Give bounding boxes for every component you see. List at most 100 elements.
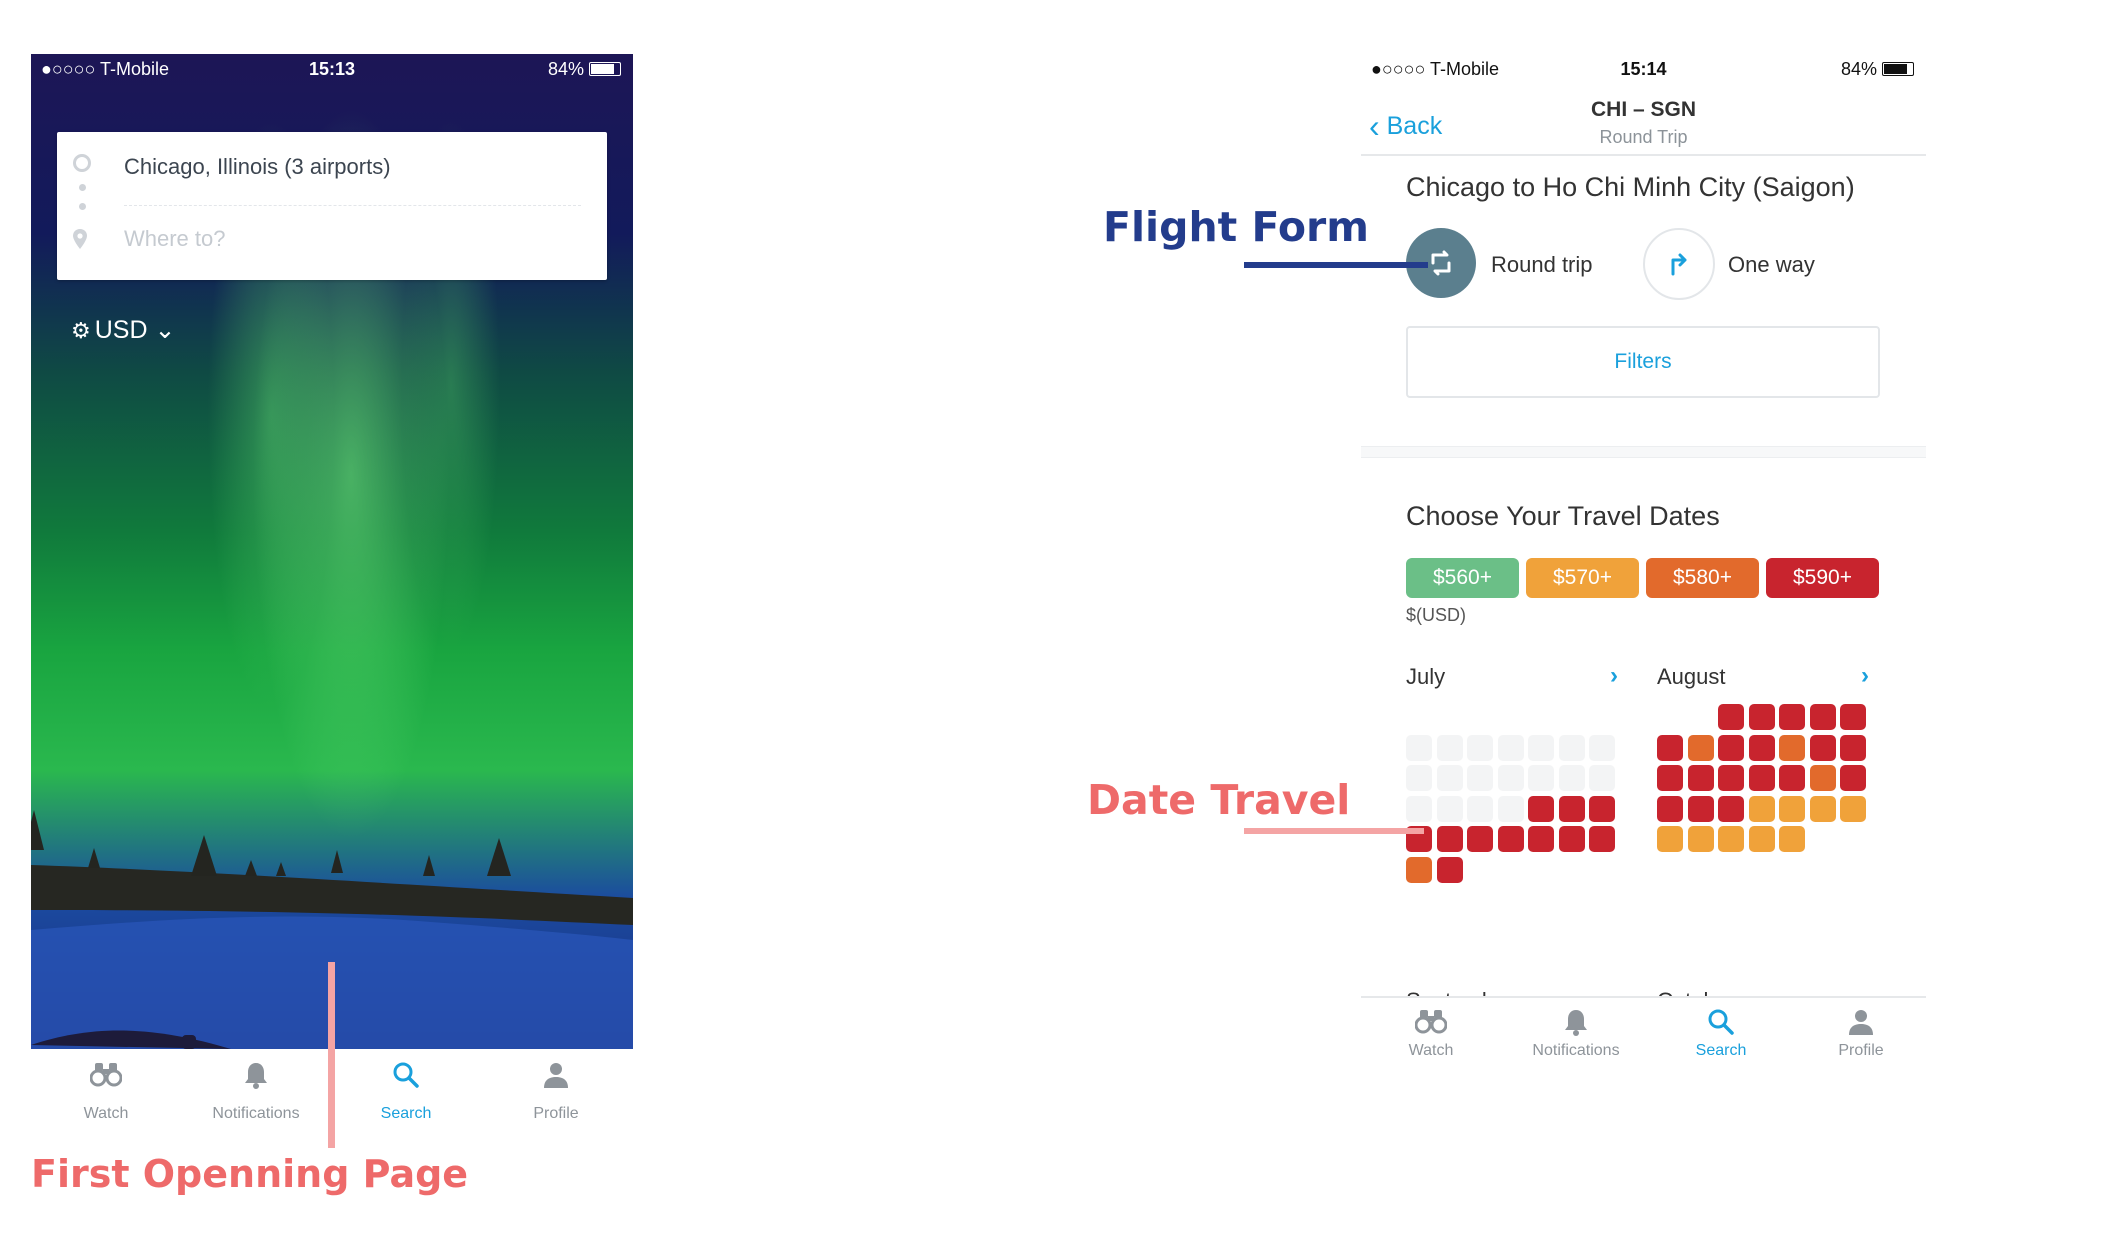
search-card: Chicago, Illinois (3 airports) Where to? [57,132,607,280]
calendar-day-cell[interactable] [1687,826,1714,852]
currency-selector[interactable]: ⚙ USD ⌄ [71,315,175,345]
calendar-day-cell [1528,734,1554,761]
clock: 15:13 [308,59,356,79]
calendar-day-cell[interactable] [1748,826,1775,852]
calendar-day-cell [1436,765,1463,791]
tab-label: Search [380,1105,432,1122]
chevron-right-icon[interactable]: › [1861,662,1869,690]
calendar-day-cell[interactable] [1718,826,1744,852]
calendar-day-cell[interactable] [1840,734,1866,761]
calendar-day-cell[interactable] [1840,765,1866,791]
battery-icon [1882,62,1914,76]
calendar-day-cell [1436,734,1463,761]
annotation-line-date-travel [1244,828,1424,834]
tab-watch[interactable]: Watch [31,1049,181,1123]
battery-indicator: 84% [1841,59,1914,80]
calendar-day-cell[interactable] [1657,795,1683,822]
round-trip-label: Round trip [1491,252,1593,277]
annotation-date-travel: Date Travel [1087,776,1351,824]
dates-title: Choose Your Travel Dates [1406,501,1720,531]
calendar-day-cell[interactable] [1840,704,1866,730]
calendar-day-cell[interactable] [1779,826,1805,852]
chevron-right-icon[interactable]: › [1610,662,1618,690]
calendar-day-cell[interactable] [1436,856,1463,883]
calendar-day-cell [1406,765,1432,791]
first-opening-page: ●○○○○ T-Mobile 15:13 84% Chicago, Illino… [31,54,633,1141]
currency-label: USD [94,316,148,344]
tab-label: Watch [1408,1042,1454,1059]
calendar-day-cell [1467,795,1493,822]
aurora-background: ●○○○○ T-Mobile 15:13 84% Chicago, Illino… [31,54,633,1049]
tab-label: Search [1695,1042,1747,1059]
calendar-day-cell[interactable] [1528,795,1554,822]
origin-field[interactable]: Chicago, Illinois (3 airports) [124,154,391,180]
calendar-day-cell[interactable] [1718,795,1744,822]
calendar-day-cell [1558,734,1585,761]
calendar-day-cell[interactable] [1748,704,1775,730]
price-chip-590: $590+ [1766,558,1879,598]
calendar-day-cell [1497,795,1524,822]
tab-search[interactable]: Search [1651,998,1791,1060]
calendar-day-cell[interactable] [1589,795,1615,822]
battery-indicator: 84% [548,59,621,80]
tab-watch[interactable]: Watch [1361,998,1501,1060]
currency-note: $(USD) [1406,605,1467,625]
tab-search[interactable]: Search [331,1049,481,1123]
calendar-day-cell[interactable] [1718,734,1744,761]
battery-percent: 84% [547,59,584,79]
calendar-day-cell[interactable] [1748,795,1775,822]
calendar-day-cell[interactable] [1558,795,1585,822]
calendar-day-cell[interactable] [1779,795,1805,822]
calendar-day-cell[interactable] [1809,734,1836,761]
calendar-day-cell[interactable] [1406,856,1432,883]
binoculars-icon [31,1049,181,1105]
calendar-day-cell[interactable] [1558,826,1585,852]
calendar-day-cell[interactable] [1809,795,1836,822]
annotation-line-flight-form [1244,262,1428,268]
tab-profile[interactable]: Profile [1791,998,1931,1060]
tab-label: Watch [83,1105,129,1122]
status-bar: ●○○○○ T-Mobile 15:14 84% [1361,54,1926,86]
annotation-first-page: First Openning Page [31,1152,469,1196]
tab-notifications[interactable]: Notifications [1501,998,1651,1060]
destination-input[interactable]: Where to? [124,226,226,252]
calendar-day-cell [1528,765,1554,791]
calendar-day-cell[interactable] [1657,826,1683,852]
calendar-day-cell[interactable] [1589,826,1615,852]
calendar-day-cell[interactable] [1657,734,1683,761]
person-icon [1791,998,1931,1042]
calendar-day-cell[interactable] [1779,734,1805,761]
annotation-line-first-page [328,962,335,1148]
calendar-day-cell[interactable] [1748,734,1775,761]
calendar-day-cell[interactable] [1809,704,1836,730]
calendar-day-cell[interactable] [1779,765,1805,791]
tab-notifications[interactable]: Notifications [181,1049,331,1123]
calendar-day-cell[interactable] [1809,765,1836,791]
search-icon [331,1049,481,1105]
calendar-day-cell[interactable] [1528,826,1554,852]
calendar-day-cell[interactable] [1687,734,1714,761]
calendar-day-cell[interactable] [1657,765,1683,791]
month-name: July [1406,664,1446,689]
origin-dot-icon [73,154,91,172]
filters-button[interactable]: Filters [1406,326,1880,398]
calendar-day-cell[interactable] [1687,795,1714,822]
one-way-label: One way [1728,252,1815,277]
calendar-day-cell[interactable] [1718,765,1744,791]
month-name: August [1657,664,1726,689]
person-icon [481,1049,631,1105]
one-way-icon [1643,228,1715,300]
calendar-day-cell[interactable] [1718,704,1744,730]
binoculars-icon [1361,998,1501,1042]
calendar-day-cell[interactable] [1748,765,1775,791]
status-bar: ●○○○○ T-Mobile 15:13 84% [31,54,633,86]
calendar-day-cell[interactable] [1467,826,1493,852]
calendar-day-cell[interactable] [1436,826,1463,852]
calendar-day-cell[interactable] [1497,826,1524,852]
calendar-day-cell [1436,795,1463,822]
flight-search-screen: ●○○○○ T-Mobile 15:14 84% ‹ Back CHI – SG… [1361,54,1926,1076]
calendar-day-cell[interactable] [1779,704,1805,730]
calendar-day-cell[interactable] [1687,765,1714,791]
calendar-day-cell[interactable] [1840,795,1866,822]
tab-profile[interactable]: Profile [481,1049,631,1123]
